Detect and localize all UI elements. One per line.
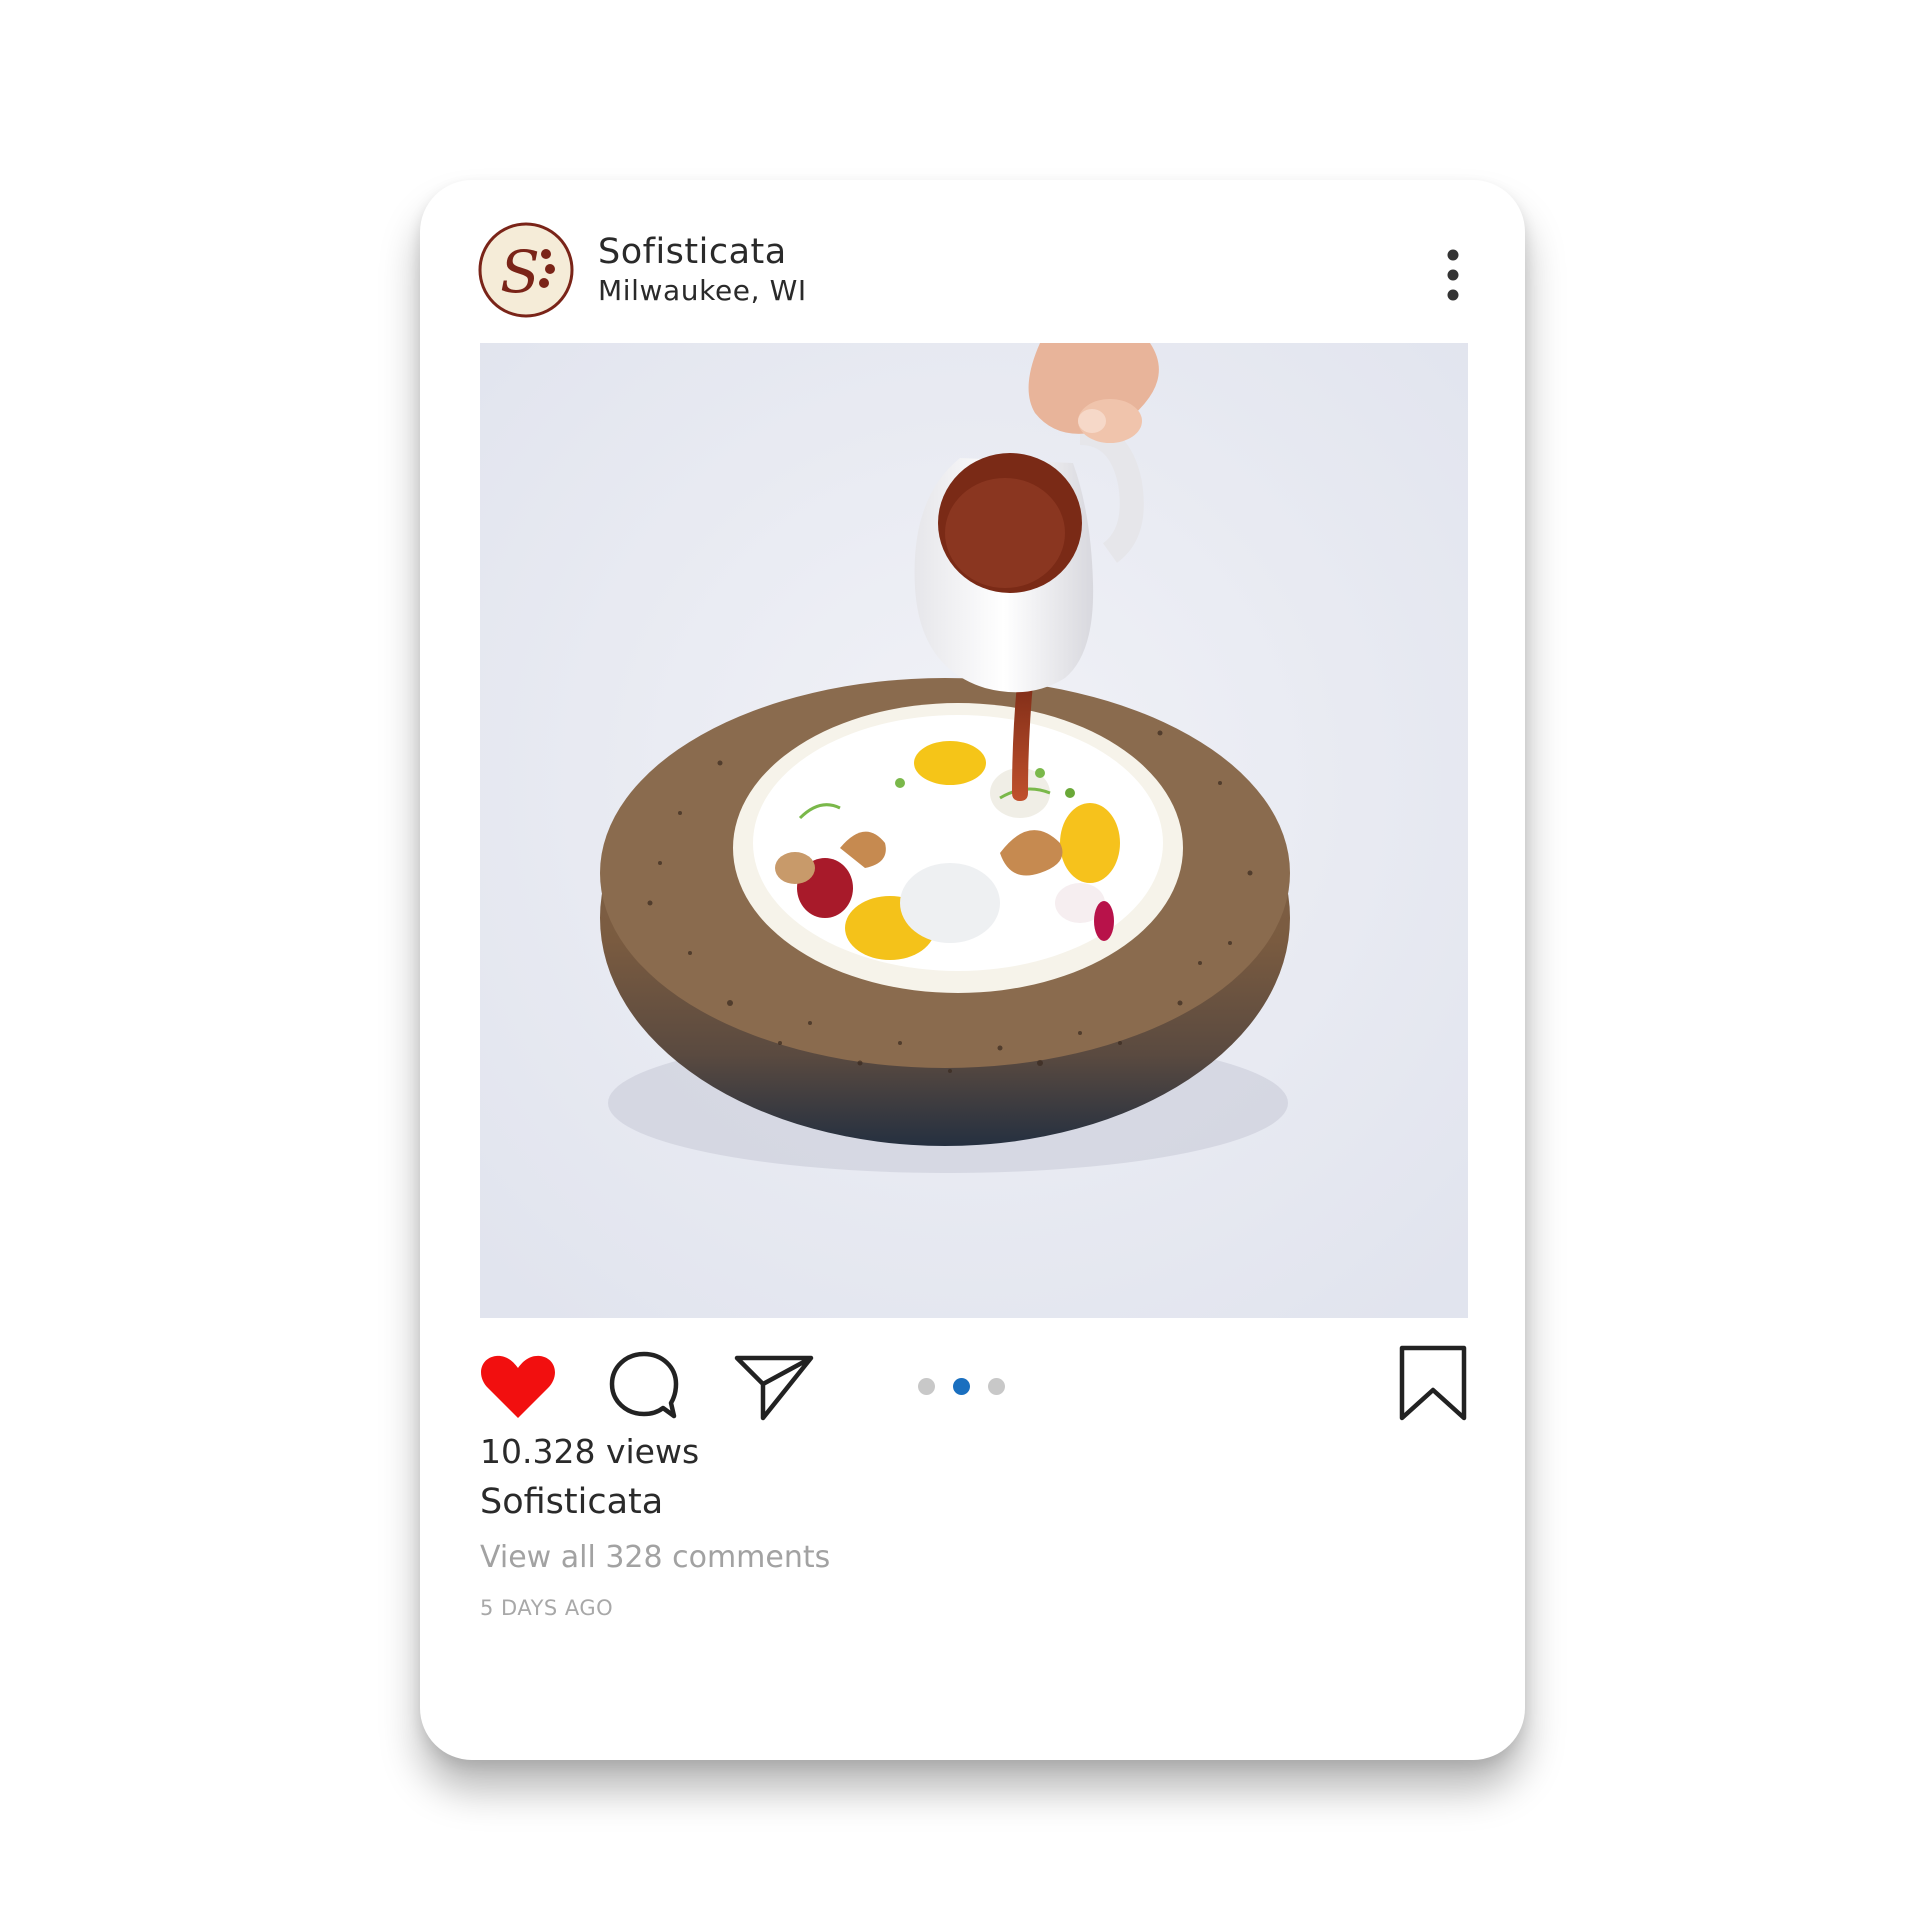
view-comments-link[interactable]: View all 328 comments bbox=[480, 1540, 830, 1575]
account-name[interactable]: Sofisticata bbox=[598, 232, 787, 272]
comment-bubble-icon bbox=[609, 1351, 679, 1419]
carousel-indicator bbox=[918, 1378, 1018, 1398]
views-count: 10.328 views bbox=[480, 1432, 700, 1471]
account-location[interactable]: Milwaukee, WI bbox=[598, 274, 807, 307]
carousel-dot[interactable] bbox=[988, 1378, 1005, 1395]
post-header: S Sofisticata Milwaukee, WI bbox=[478, 222, 1468, 318]
caption-username[interactable]: Sofisticata bbox=[480, 1482, 663, 1522]
heart-icon bbox=[481, 1355, 555, 1418]
more-options-button[interactable] bbox=[1438, 248, 1468, 302]
paper-plane-icon bbox=[734, 1355, 814, 1421]
post-actions bbox=[478, 1340, 1468, 1430]
post-timestamp: 5 DAYS AGO bbox=[480, 1596, 614, 1620]
like-button[interactable] bbox=[478, 1352, 558, 1427]
avatar-monogram: S bbox=[500, 238, 540, 306]
sofisticata-logo: S bbox=[478, 222, 574, 318]
save-button[interactable] bbox=[1398, 1344, 1468, 1427]
avatar[interactable]: S bbox=[478, 222, 574, 318]
food-photo-illustration bbox=[480, 343, 1468, 1318]
post-card: S Sofisticata Milwaukee, WI 10.328 views… bbox=[420, 180, 1525, 1760]
carousel-dot[interactable] bbox=[918, 1378, 935, 1395]
carousel-dot-active[interactable] bbox=[953, 1378, 970, 1395]
post-photo[interactable] bbox=[480, 343, 1468, 1318]
more-vertical-icon bbox=[1447, 249, 1459, 301]
share-button[interactable] bbox=[733, 1352, 815, 1427]
bookmark-icon bbox=[1399, 1345, 1467, 1421]
comment-button[interactable] bbox=[608, 1350, 680, 1427]
